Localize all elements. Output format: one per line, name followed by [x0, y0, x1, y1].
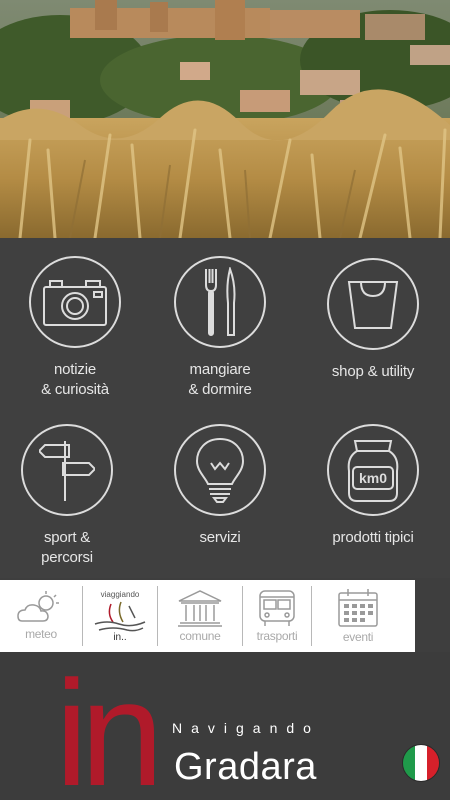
bottom-toolbar: meteo viaggiando in.. comune trasporti e… [0, 580, 415, 652]
menu-item-servizi[interactable]: servizi [145, 424, 295, 548]
brand-footer: in Navigando Gradara [0, 652, 450, 800]
fork-knife-icon [174, 256, 266, 348]
menu-item-label: mangiare & dormire [188, 361, 252, 398]
toolbar-eventi[interactable]: eventi [312, 580, 404, 652]
signpost-icon [21, 424, 113, 516]
bus-icon [259, 590, 295, 626]
jar-label: km0 [359, 470, 387, 486]
menu-item-label: sport & percorsi [41, 529, 93, 566]
brand-logo: in [55, 649, 164, 800]
toolbar-label: eventi [342, 630, 374, 644]
brand-subtitle: Navigando [172, 720, 320, 736]
menu-item-sport[interactable]: sport & percorsi [0, 424, 142, 568]
toolbar-label: meteo [25, 627, 57, 641]
jar-icon: km0 [327, 424, 419, 516]
hero-image [0, 0, 450, 238]
menu-item-notizie[interactable]: notizie & curiosità [0, 256, 150, 400]
town-hall-icon [178, 590, 222, 627]
toolbar-meteo[interactable]: meteo [0, 580, 82, 652]
shopping-bag-icon [327, 258, 419, 350]
viaggiando-in-logo [94, 601, 146, 631]
camera-icon [29, 256, 121, 348]
menu-item-label: shop & utility [331, 363, 415, 380]
italian-flag-icon[interactable] [402, 744, 440, 782]
toolbar-label: comune [179, 629, 221, 643]
menu-item-label: notizie & curiosità [41, 361, 109, 398]
menu-item-label: servizi [199, 529, 241, 546]
toolbar-viaggiando[interactable]: viaggiando in.. [83, 580, 157, 652]
menu-item-shop[interactable]: shop & utility [298, 258, 448, 382]
menu-item-label: prodotti tipici [332, 529, 414, 546]
toolbar-trasporti[interactable]: trasporti [243, 580, 311, 652]
main-menu: notizie & curiosità mangiare & dormire s… [0, 238, 450, 578]
toolbar-label: trasporti [256, 629, 298, 643]
weather-icon [17, 591, 59, 622]
viaggiando-caption: viaggiando [100, 589, 140, 599]
toolbar-comune[interactable]: comune [158, 580, 242, 652]
menu-item-prodotti[interactable]: km0 prodotti tipici [298, 424, 448, 548]
lightbulb-icon [174, 424, 266, 516]
menu-item-mangiare[interactable]: mangiare & dormire [145, 256, 295, 400]
brand-town: Gradara [174, 746, 317, 788]
calendar-icon [338, 589, 378, 627]
viaggiando-in-caption: in.. [113, 631, 127, 643]
